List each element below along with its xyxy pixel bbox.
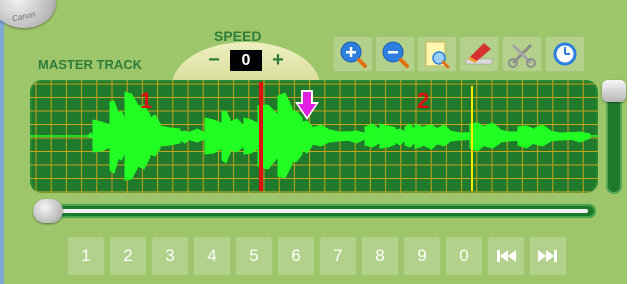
number-key-5[interactable]: 5 [236, 237, 272, 275]
main-panel: Canon MASTER TRACK SPEED − 0 + 1 2 1 2 3… [0, 0, 627, 284]
previous-icon [497, 250, 516, 262]
position-slider-groove [48, 209, 588, 213]
zoom-in-button[interactable] [333, 36, 373, 72]
speed-decrease-button[interactable]: − [203, 50, 225, 72]
number-key-4[interactable]: 4 [194, 237, 230, 275]
previous-track-button[interactable] [488, 237, 524, 275]
position-slider-thumb[interactable] [33, 199, 63, 223]
next-track-button[interactable] [530, 237, 566, 275]
master-track-label: MASTER TRACK [38, 57, 142, 72]
marker-label-2: 2 [417, 88, 429, 113]
brand-logo-text: Canon [11, 9, 37, 24]
waveform-canvas[interactable]: 1 2 [30, 80, 598, 193]
number-key-2[interactable]: 2 [110, 237, 146, 275]
track-end-marker[interactable] [471, 86, 473, 191]
number-key-6[interactable]: 6 [278, 237, 314, 275]
zoom-out-button[interactable] [375, 36, 415, 72]
erase-icon [465, 43, 493, 65]
speed-value: 0 [230, 50, 262, 71]
number-key-0[interactable]: 0 [446, 237, 482, 275]
cut-button[interactable] [502, 36, 542, 72]
next-icon [538, 250, 557, 262]
number-key-3[interactable]: 3 [152, 237, 188, 275]
waveform-display[interactable]: 1 2 [30, 80, 598, 193]
number-key-9[interactable]: 9 [404, 237, 440, 275]
zoom-fit-button[interactable] [417, 36, 457, 72]
erase-button[interactable] [459, 36, 499, 72]
number-key-8[interactable]: 8 [362, 237, 398, 275]
cut-icon [508, 43, 536, 68]
clock-button[interactable] [545, 36, 585, 72]
number-key-7[interactable]: 7 [320, 237, 356, 275]
clock-icon [553, 42, 577, 66]
zoom-fit-icon [425, 41, 450, 69]
right-edge [627, 0, 633, 284]
number-key-1[interactable]: 1 [68, 237, 104, 275]
volume-slider-thumb[interactable] [602, 80, 626, 102]
zoom-out-icon [382, 41, 409, 68]
zoom-in-icon [340, 41, 367, 68]
playhead-marker[interactable] [259, 82, 263, 191]
marker-label-1: 1 [140, 88, 152, 113]
speed-label: SPEED [214, 28, 262, 44]
speed-increase-button[interactable]: + [267, 50, 289, 72]
